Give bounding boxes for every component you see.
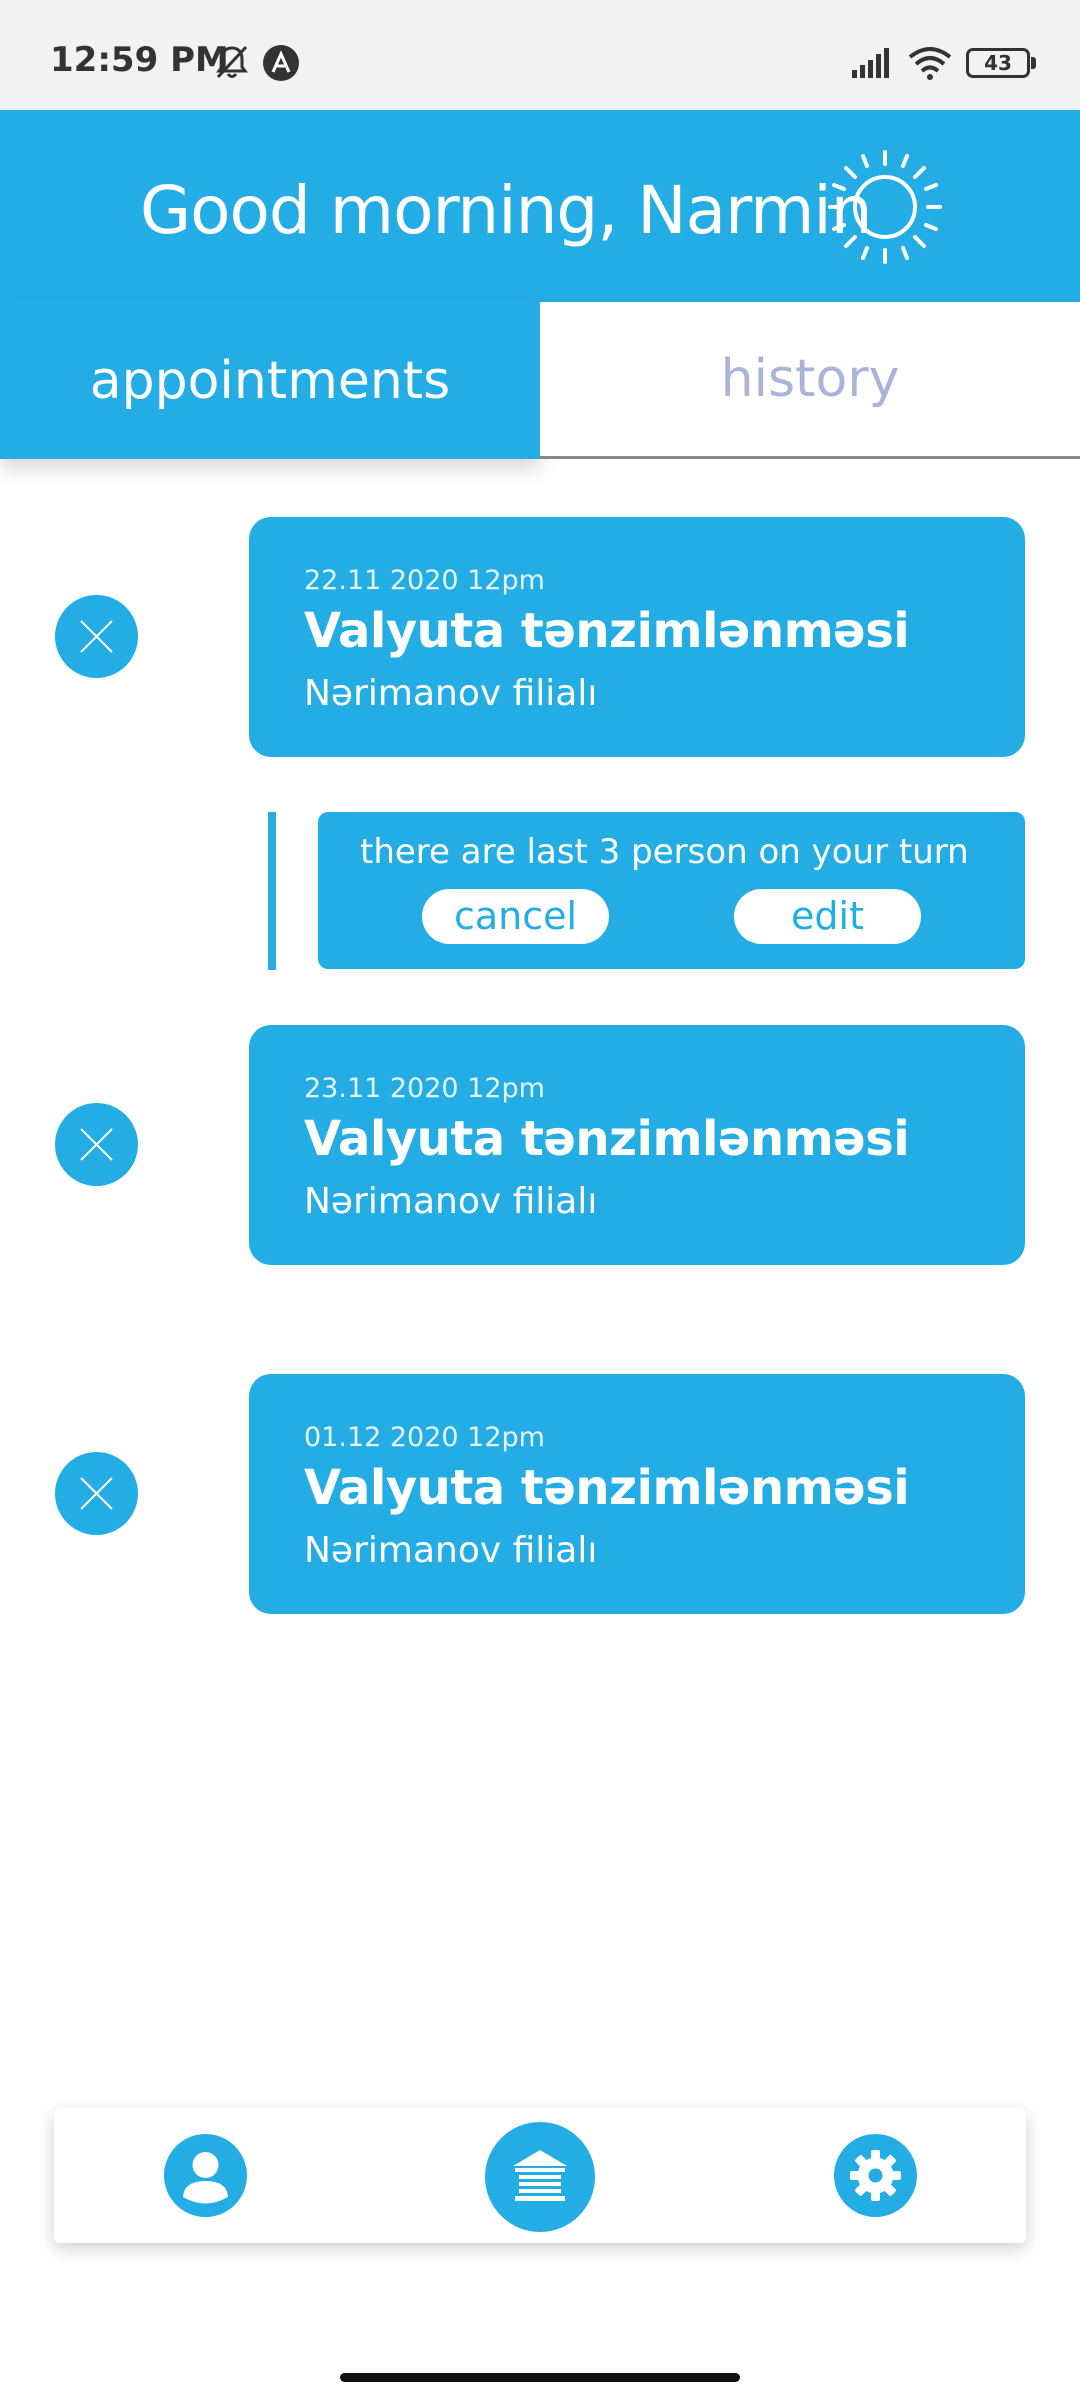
appointment-branch: Nərimanov filialı bbox=[304, 673, 598, 714]
remove-appointment-button[interactable] bbox=[55, 595, 138, 678]
tab-appointments[interactable]: appointments bbox=[0, 302, 540, 459]
nav-settings-button[interactable] bbox=[834, 2134, 917, 2217]
appointment-branch: Nərimanov filialı bbox=[304, 1530, 598, 1571]
queue-notice-text: there are last 3 person on your turn bbox=[360, 832, 969, 872]
appointment-date: 23.11 2020 12pm bbox=[304, 1073, 545, 1104]
tab-appointments-label: appointments bbox=[89, 350, 451, 411]
battery-cap bbox=[1031, 57, 1036, 69]
appointment-card[interactable]: 23.11 2020 12pm Valyuta tənzimlənməsi Nə… bbox=[249, 1025, 1025, 1265]
bell-off-icon bbox=[216, 45, 248, 79]
appointment-card[interactable]: 01.12 2020 12pm Valyuta tənzimlənməsi Nə… bbox=[249, 1374, 1025, 1614]
status-time: 12:59 PM bbox=[50, 40, 229, 80]
battery-icon: 43 bbox=[966, 48, 1030, 78]
appointment-date: 01.12 2020 12pm bbox=[304, 1422, 545, 1453]
appointment-date: 22.11 2020 12pm bbox=[304, 565, 545, 596]
appointment-branch: Nərimanov filialı bbox=[304, 1181, 598, 1222]
home-indicator[interactable] bbox=[340, 2373, 740, 2382]
app-notification-icon bbox=[263, 45, 299, 81]
cancel-button[interactable]: cancel bbox=[422, 889, 609, 944]
signal-icon bbox=[852, 48, 889, 78]
profile-icon bbox=[183, 2152, 228, 2204]
appointment-title: Valyuta tənzimlənməsi bbox=[304, 1111, 910, 1167]
status-bar: 12:59 PM 43 bbox=[0, 0, 1080, 110]
close-icon bbox=[80, 1128, 113, 1161]
bank-icon bbox=[513, 2150, 567, 2201]
tab-history-label: history bbox=[720, 349, 900, 409]
wifi-icon bbox=[908, 47, 952, 80]
tab-history[interactable]: history bbox=[540, 302, 1080, 459]
queue-notice: there are last 3 person on your turn can… bbox=[318, 812, 1025, 969]
close-icon bbox=[80, 1477, 113, 1510]
bottom-nav bbox=[54, 2108, 1026, 2243]
greeting-title: Good morning, Narmin bbox=[140, 172, 873, 249]
appointment-card[interactable]: 22.11 2020 12pm Valyuta tənzimlənməsi Nə… bbox=[249, 517, 1025, 757]
remove-appointment-button[interactable] bbox=[55, 1103, 138, 1186]
nav-bank-button[interactable] bbox=[485, 2122, 595, 2232]
appointment-title: Valyuta tənzimlənməsi bbox=[304, 1460, 910, 1516]
edit-button[interactable]: edit bbox=[734, 889, 921, 944]
settings-icon bbox=[850, 2150, 901, 2201]
remove-appointment-button[interactable] bbox=[55, 1452, 138, 1535]
close-icon bbox=[80, 620, 113, 653]
battery-level: 43 bbox=[984, 51, 1012, 75]
appointment-title: Valyuta tənzimlənməsi bbox=[304, 603, 910, 659]
app-root: 12:59 PM 43 Good morning, Narmin appoint… bbox=[0, 0, 1080, 2400]
sun-icon bbox=[828, 150, 942, 264]
header: Good morning, Narmin bbox=[0, 110, 1080, 302]
nav-profile-button[interactable] bbox=[164, 2134, 247, 2217]
notice-accent-bar bbox=[268, 812, 276, 970]
